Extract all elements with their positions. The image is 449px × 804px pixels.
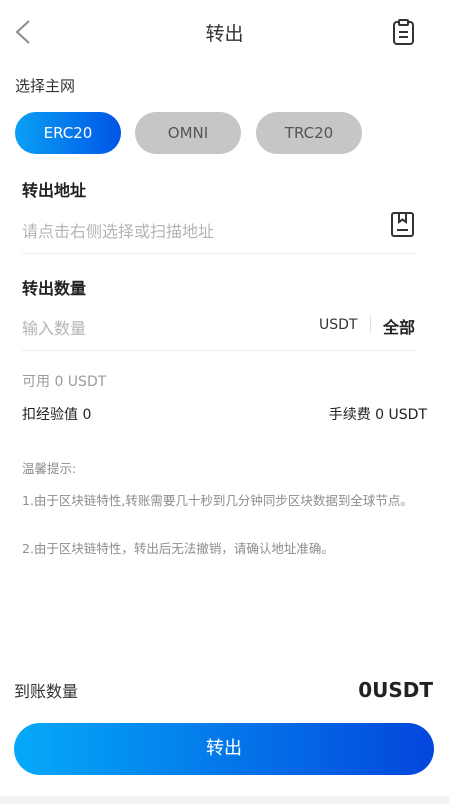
- network-option-omni[interactable]: OMNI: [135, 112, 241, 154]
- address-book-icon: [391, 212, 414, 237]
- address-input[interactable]: 请点击右侧选择或扫描地址: [22, 218, 362, 242]
- network-label: 选择主网: [15, 77, 76, 95]
- amount-unit: USDT: [319, 317, 358, 333]
- amount-title: 转出数量: [22, 279, 87, 298]
- submit-button[interactable]: 转出: [14, 723, 434, 775]
- amount-input[interactable]: 输入数量: [22, 315, 272, 339]
- tips-title: 温馨提示:: [22, 461, 77, 476]
- bottom-strip: [0, 796, 449, 804]
- page-title: 转出: [205, 23, 244, 45]
- received-value: 0USDT: [358, 678, 433, 702]
- record-button[interactable]: [389, 18, 419, 48]
- received-label: 到账数量: [14, 682, 79, 701]
- fee-value: 手续费 0 USDT: [328, 407, 427, 423]
- address-underline: [22, 253, 417, 254]
- amount-underline: [22, 350, 417, 351]
- network-option-erc20[interactable]: ERC20: [15, 112, 121, 154]
- tip-line-2: 2.由于区块链特性，转出后无法撤销，请确认地址准确。: [22, 541, 334, 556]
- tip-line-1: 1.由于区块链特性,转账需要几十秒到几分钟同步区块数据到全球节点。: [22, 493, 413, 508]
- amount-divider: [370, 315, 371, 333]
- header: 转出: [0, 0, 449, 64]
- clipboard-icon: [393, 19, 414, 45]
- address-title: 转出地址: [22, 181, 87, 200]
- deduct-experience: 扣经验值 0: [22, 407, 92, 423]
- all-button[interactable]: 全部: [383, 314, 415, 338]
- network-option-trc20[interactable]: TRC20: [256, 112, 362, 154]
- available-balance: 可用 0 USDT: [22, 374, 107, 390]
- address-book-button[interactable]: [389, 211, 417, 239]
